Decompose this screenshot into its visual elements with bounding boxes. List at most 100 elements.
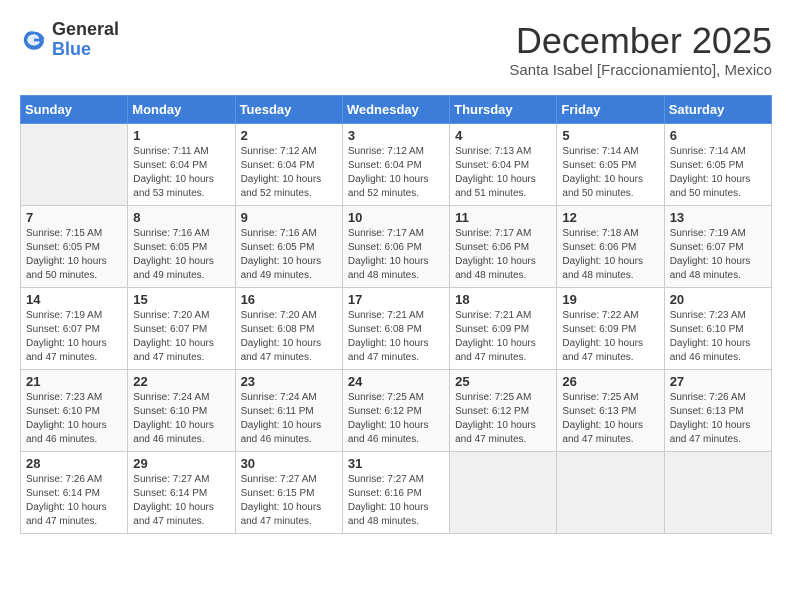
calendar-cell: 17 Sunrise: 7:21 AM Sunset: 6:08 PM Dayli… <box>342 288 449 370</box>
day-number: 28 <box>26 456 122 471</box>
day-number: 14 <box>26 292 122 307</box>
calendar-cell: 14 Sunrise: 7:19 AM Sunset: 6:07 PM Dayli… <box>21 288 128 370</box>
location-subtitle: Santa Isabel [Fraccionamiento], Mexico <box>509 62 772 79</box>
day-info: Sunrise: 7:16 AM Sunset: 6:05 PM Dayligh… <box>133 227 229 283</box>
calendar-week-3: 14 Sunrise: 7:19 AM Sunset: 6:07 PM Dayli… <box>21 288 772 370</box>
day-number: 18 <box>455 292 551 307</box>
day-info: Sunrise: 7:24 AM Sunset: 6:10 PM Dayligh… <box>133 391 229 447</box>
weekday-header-thursday: Thursday <box>450 96 557 124</box>
day-info: Sunrise: 7:24 AM Sunset: 6:11 PM Dayligh… <box>241 391 337 447</box>
day-number: 17 <box>348 292 444 307</box>
day-info: Sunrise: 7:19 AM Sunset: 6:07 PM Dayligh… <box>670 227 766 283</box>
day-number: 27 <box>670 374 766 389</box>
page-header: General Blue December 2025 Santa Isabel … <box>20 20 772 79</box>
calendar-cell: 1 Sunrise: 7:11 AM Sunset: 6:04 PM Daylig… <box>128 124 235 206</box>
day-info: Sunrise: 7:14 AM Sunset: 6:05 PM Dayligh… <box>562 145 658 201</box>
day-number: 10 <box>348 210 444 225</box>
day-info: Sunrise: 7:11 AM Sunset: 6:04 PM Dayligh… <box>133 145 229 201</box>
calendar-cell: 13 Sunrise: 7:19 AM Sunset: 6:07 PM Dayli… <box>664 206 771 288</box>
calendar-cell: 29 Sunrise: 7:27 AM Sunset: 6:14 PM Dayli… <box>128 452 235 534</box>
calendar-cell: 20 Sunrise: 7:23 AM Sunset: 6:10 PM Dayli… <box>664 288 771 370</box>
day-number: 1 <box>133 128 229 143</box>
day-number: 24 <box>348 374 444 389</box>
calendar-cell: 4 Sunrise: 7:13 AM Sunset: 6:04 PM Daylig… <box>450 124 557 206</box>
logo-general: General <box>52 20 119 40</box>
calendar-week-1: 1 Sunrise: 7:11 AM Sunset: 6:04 PM Daylig… <box>21 124 772 206</box>
calendar-cell: 12 Sunrise: 7:18 AM Sunset: 6:06 PM Dayli… <box>557 206 664 288</box>
day-info: Sunrise: 7:21 AM Sunset: 6:08 PM Dayligh… <box>348 309 444 365</box>
day-info: Sunrise: 7:19 AM Sunset: 6:07 PM Dayligh… <box>26 309 122 365</box>
day-number: 12 <box>562 210 658 225</box>
weekday-header-wednesday: Wednesday <box>342 96 449 124</box>
calendar-cell: 11Sunrise: 7:17 AM Sunset: 6:06 PM Dayli… <box>450 206 557 288</box>
calendar-cell: 28 Sunrise: 7:26 AM Sunset: 6:14 PM Dayli… <box>21 452 128 534</box>
weekday-header-sunday: Sunday <box>21 96 128 124</box>
weekday-header-friday: Friday <box>557 96 664 124</box>
calendar-cell: 2Sunrise: 7:12 AM Sunset: 6:04 PM Daylig… <box>235 124 342 206</box>
day-info: Sunrise: 7:23 AM Sunset: 6:10 PM Dayligh… <box>26 391 122 447</box>
day-number: 13 <box>670 210 766 225</box>
calendar-cell: 26Sunrise: 7:25 AM Sunset: 6:13 PM Dayli… <box>557 370 664 452</box>
day-info: Sunrise: 7:16 AM Sunset: 6:05 PM Dayligh… <box>241 227 337 283</box>
calendar-cell: 21Sunrise: 7:23 AM Sunset: 6:10 PM Dayli… <box>21 370 128 452</box>
calendar-cell: 9 Sunrise: 7:16 AM Sunset: 6:05 PM Daylig… <box>235 206 342 288</box>
day-number: 19 <box>562 292 658 307</box>
day-info: Sunrise: 7:12 AM Sunset: 6:04 PM Dayligh… <box>348 145 444 201</box>
calendar-cell: 3 Sunrise: 7:12 AM Sunset: 6:04 PM Daylig… <box>342 124 449 206</box>
calendar-cell: 30 Sunrise: 7:27 AM Sunset: 6:15 PM Dayli… <box>235 452 342 534</box>
logo-icon <box>20 26 48 54</box>
day-number: 5 <box>562 128 658 143</box>
weekday-header-monday: Monday <box>128 96 235 124</box>
day-number: 31 <box>348 456 444 471</box>
day-number: 23 <box>241 374 337 389</box>
day-info: Sunrise: 7:15 AM Sunset: 6:05 PM Dayligh… <box>26 227 122 283</box>
weekday-header-saturday: Saturday <box>664 96 771 124</box>
calendar-cell: 16Sunrise: 7:20 AM Sunset: 6:08 PM Dayli… <box>235 288 342 370</box>
calendar-cell: 23 Sunrise: 7:24 AM Sunset: 6:11 PM Dayli… <box>235 370 342 452</box>
month-title: December 2025 <box>509 20 772 62</box>
day-info: Sunrise: 7:23 AM Sunset: 6:10 PM Dayligh… <box>670 309 766 365</box>
day-number: 4 <box>455 128 551 143</box>
calendar-cell: 15Sunrise: 7:20 AM Sunset: 6:07 PM Dayli… <box>128 288 235 370</box>
calendar-cell: 8 Sunrise: 7:16 AM Sunset: 6:05 PM Daylig… <box>128 206 235 288</box>
day-number: 20 <box>670 292 766 307</box>
calendar-cell: 19 Sunrise: 7:22 AM Sunset: 6:09 PM Dayli… <box>557 288 664 370</box>
day-info: Sunrise: 7:13 AM Sunset: 6:04 PM Dayligh… <box>455 145 551 201</box>
calendar-cell: 18Sunrise: 7:21 AM Sunset: 6:09 PM Dayli… <box>450 288 557 370</box>
calendar-table: SundayMondayTuesdayWednesdayThursdayFrid… <box>20 95 772 534</box>
day-info: Sunrise: 7:27 AM Sunset: 6:16 PM Dayligh… <box>348 473 444 529</box>
day-info: Sunrise: 7:22 AM Sunset: 6:09 PM Dayligh… <box>562 309 658 365</box>
day-number: 22 <box>133 374 229 389</box>
day-number: 3 <box>348 128 444 143</box>
day-number: 29 <box>133 456 229 471</box>
weekday-header-row: SundayMondayTuesdayWednesdayThursdayFrid… <box>21 96 772 124</box>
logo-text: General Blue <box>52 20 119 60</box>
day-number: 8 <box>133 210 229 225</box>
day-info: Sunrise: 7:20 AM Sunset: 6:07 PM Dayligh… <box>133 309 229 365</box>
calendar-cell: 5 Sunrise: 7:14 AM Sunset: 6:05 PM Daylig… <box>557 124 664 206</box>
day-info: Sunrise: 7:25 AM Sunset: 6:12 PM Dayligh… <box>455 391 551 447</box>
calendar-week-2: 7Sunrise: 7:15 AM Sunset: 6:05 PM Daylig… <box>21 206 772 288</box>
calendar-cell <box>664 452 771 534</box>
calendar-cell: 27 Sunrise: 7:26 AM Sunset: 6:13 PM Dayli… <box>664 370 771 452</box>
day-info: Sunrise: 7:20 AM Sunset: 6:08 PM Dayligh… <box>241 309 337 365</box>
calendar-cell: 22 Sunrise: 7:24 AM Sunset: 6:10 PM Dayli… <box>128 370 235 452</box>
calendar-cell: 10Sunrise: 7:17 AM Sunset: 6:06 PM Dayli… <box>342 206 449 288</box>
day-info: Sunrise: 7:27 AM Sunset: 6:15 PM Dayligh… <box>241 473 337 529</box>
day-info: Sunrise: 7:25 AM Sunset: 6:12 PM Dayligh… <box>348 391 444 447</box>
day-info: Sunrise: 7:17 AM Sunset: 6:06 PM Dayligh… <box>455 227 551 283</box>
day-info: Sunrise: 7:12 AM Sunset: 6:04 PM Dayligh… <box>241 145 337 201</box>
day-number: 6 <box>670 128 766 143</box>
calendar-cell: 31 Sunrise: 7:27 AM Sunset: 6:16 PM Dayli… <box>342 452 449 534</box>
calendar-cell: 7Sunrise: 7:15 AM Sunset: 6:05 PM Daylig… <box>21 206 128 288</box>
day-info: Sunrise: 7:27 AM Sunset: 6:14 PM Dayligh… <box>133 473 229 529</box>
day-number: 25 <box>455 374 551 389</box>
calendar-cell <box>21 124 128 206</box>
day-info: Sunrise: 7:26 AM Sunset: 6:14 PM Dayligh… <box>26 473 122 529</box>
day-info: Sunrise: 7:26 AM Sunset: 6:13 PM Dayligh… <box>670 391 766 447</box>
day-number: 9 <box>241 210 337 225</box>
calendar-cell: 24 Sunrise: 7:25 AM Sunset: 6:12 PM Dayli… <box>342 370 449 452</box>
day-info: Sunrise: 7:14 AM Sunset: 6:05 PM Dayligh… <box>670 145 766 201</box>
day-info: Sunrise: 7:18 AM Sunset: 6:06 PM Dayligh… <box>562 227 658 283</box>
day-number: 30 <box>241 456 337 471</box>
